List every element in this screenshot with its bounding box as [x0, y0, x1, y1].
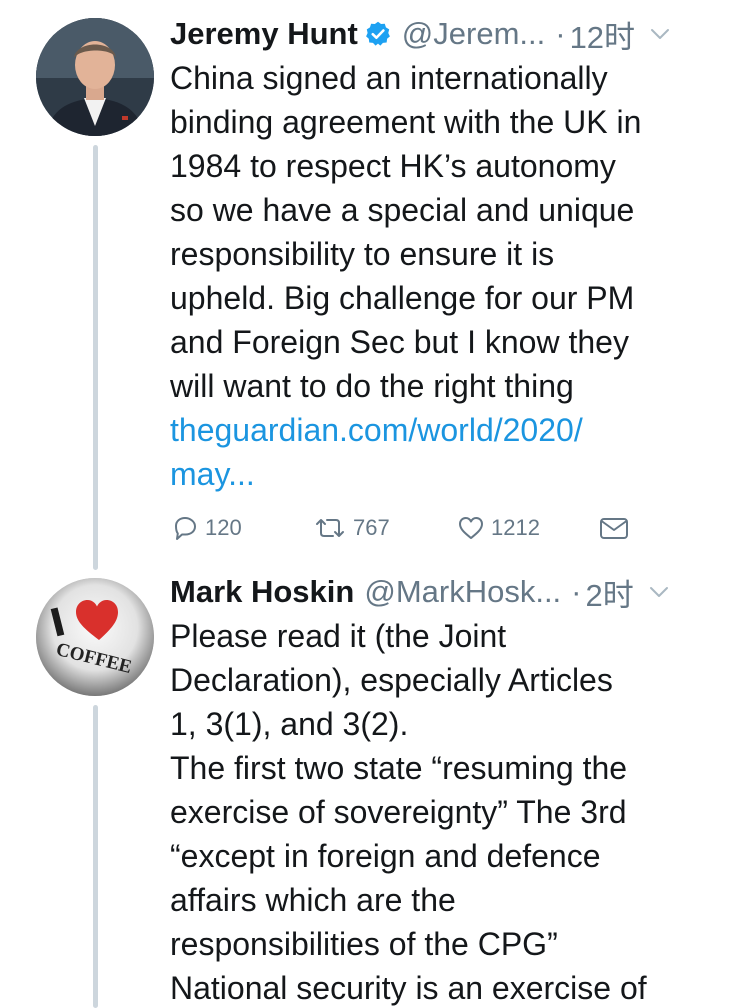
- like-count: 1212: [491, 515, 540, 540]
- chevron-down-icon[interactable]: [649, 23, 671, 45]
- tweet-actions: 120 767 1212: [170, 513, 640, 553]
- like-button[interactable]: 1212: [456, 513, 540, 543]
- verified-badge-icon: [364, 20, 392, 48]
- tweet-line: Declaration), especially Articles: [170, 662, 613, 698]
- avatar[interactable]: [36, 18, 154, 136]
- author-name[interactable]: Jeremy Hunt: [170, 16, 358, 52]
- tweet[interactable]: COFFEE Mark Hoskin @MarkHosk... · 2时 Ple…: [0, 570, 750, 1008]
- reply-count: 120: [205, 515, 242, 540]
- separator-dot: ·: [555, 16, 566, 51]
- tweet-header: Jeremy Hunt @Jerem... · 12时: [170, 12, 736, 56]
- timestamp[interactable]: 2时: [586, 570, 634, 615]
- tweet-line: responsibility to ensure it is: [170, 236, 555, 272]
- author-name[interactable]: Mark Hoskin: [170, 574, 354, 610]
- tweet-line: responsibilities of the CPG”: [170, 926, 558, 962]
- tweet-line: 1984 to respect HK’s autonomy: [170, 148, 616, 184]
- like-icon: [456, 513, 486, 543]
- avatar-image: [36, 18, 154, 136]
- retweet-button[interactable]: 767: [312, 513, 390, 543]
- tweet-line: affairs which are the: [170, 882, 456, 918]
- tweet-line: 1, 3(1), and 3(2).: [170, 706, 409, 742]
- separator-dot: ·: [571, 574, 582, 609]
- tweet-text: Please read it (the Joint Declaration), …: [170, 614, 740, 1008]
- tweet-line: Please read it (the Joint: [170, 618, 507, 654]
- tweet-line: China signed an internationally: [170, 60, 608, 96]
- tweet-line: National security is an exercise of: [170, 970, 647, 1006]
- tweet-text: China signed an internationally binding …: [170, 56, 740, 496]
- avatar[interactable]: COFFEE: [36, 578, 154, 696]
- tweet-line: binding agreement with the UK in: [170, 104, 642, 140]
- tweet-line: upheld. Big challenge for our PM: [170, 280, 635, 316]
- timestamp[interactable]: 12时: [570, 12, 635, 57]
- share-icon: [598, 513, 630, 543]
- tweet-line: The first two state “resuming the: [170, 750, 628, 786]
- reply-button[interactable]: 120: [170, 513, 242, 543]
- author-handle[interactable]: @Jerem...: [402, 16, 545, 52]
- tweet-header: Mark Hoskin @MarkHosk... · 2时: [170, 570, 736, 614]
- share-button[interactable]: [598, 513, 630, 543]
- tweet-line: will want to do the right thing: [170, 368, 574, 404]
- tweet-link[interactable]: theguardian.com/world/2020/: [170, 408, 740, 452]
- tweet-line: “except in foreign and defence: [170, 838, 601, 874]
- avatar-image: COFFEE: [36, 578, 154, 696]
- reply-icon: [170, 513, 200, 543]
- retweet-icon: [312, 513, 348, 543]
- tweet-line: exercise of sovereignty” The 3rd: [170, 794, 627, 830]
- tweet-link[interactable]: may...: [170, 452, 740, 496]
- retweet-count: 767: [353, 515, 390, 540]
- author-handle[interactable]: @MarkHosk...: [364, 574, 561, 610]
- chevron-down-icon[interactable]: [648, 581, 670, 603]
- tweet-line: and Foreign Sec but I know they: [170, 324, 629, 360]
- tweet-line: so we have a special and unique: [170, 192, 635, 228]
- tweet[interactable]: Jeremy Hunt @Jerem... · 12时 China signed…: [0, 0, 750, 570]
